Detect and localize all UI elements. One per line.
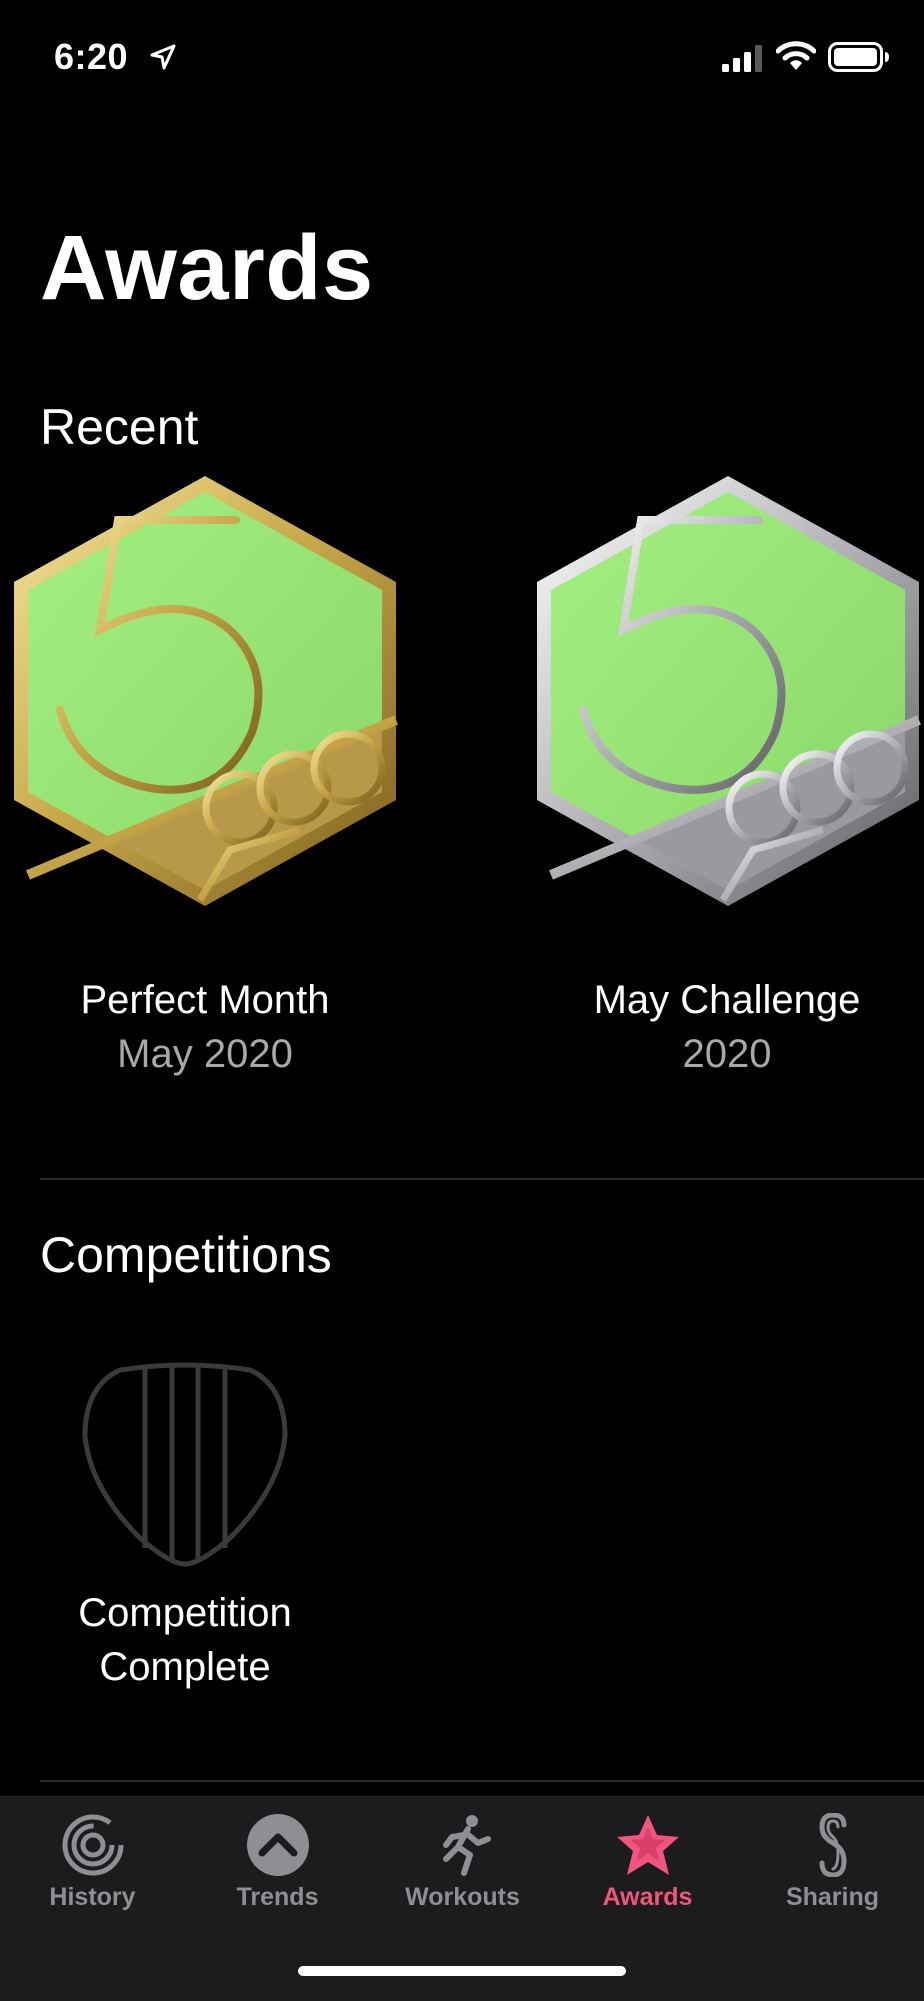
cellular-signal-icon (722, 45, 762, 72)
battery-icon (828, 42, 889, 72)
history-rings-icon (62, 1814, 123, 1876)
perfect-month-badge[interactable] (0, 470, 410, 930)
section-divider (40, 1178, 924, 1180)
section-title-recent: Recent (40, 399, 199, 455)
tab-awards[interactable]: Awards (555, 1797, 740, 1917)
page-title: Awards (40, 217, 374, 319)
award-name-perfect-month: Perfect Month (80, 978, 330, 1022)
competition-label-line1: Competition (78, 1591, 292, 1635)
status-bar: 6:20 (0, 0, 924, 120)
may-challenge-badge[interactable] (520, 470, 924, 930)
tab-label-history: History (49, 1883, 136, 1911)
award-subtitle-perfect-month: May 2020 (117, 1032, 293, 1076)
trends-chevron-icon (246, 1814, 309, 1876)
competition-label-line2: Complete (99, 1645, 271, 1689)
tab-label-awards: Awards (602, 1883, 693, 1911)
tab-history[interactable]: History (0, 1797, 185, 1917)
section-title-competitions: Competitions (40, 1227, 332, 1283)
award-subtitle-may-challenge: 2020 (682, 1032, 772, 1076)
home-indicator (298, 1966, 626, 1976)
award-name-may-challenge: May Challenge (593, 978, 861, 1022)
running-figure-icon (442, 1815, 491, 1876)
location-arrow-icon (150, 44, 176, 70)
tab-label-workouts: Workouts (405, 1883, 520, 1911)
award-star-icon (616, 1815, 679, 1875)
tab-trends[interactable]: Trends (185, 1797, 370, 1917)
wifi-icon (776, 41, 816, 70)
tab-sharing[interactable]: Sharing (740, 1797, 924, 1917)
tab-label-trends: Trends (236, 1883, 319, 1911)
status-time: 6:20 (54, 36, 129, 77)
competition-complete-label: Competition Complete (40, 1586, 330, 1694)
section-divider-bottom (40, 1780, 924, 1782)
competition-complete-badge[interactable] (80, 1358, 290, 1568)
sharing-icon (818, 1813, 847, 1877)
tab-label-sharing: Sharing (785, 1883, 880, 1911)
tab-workouts[interactable]: Workouts (370, 1797, 555, 1917)
